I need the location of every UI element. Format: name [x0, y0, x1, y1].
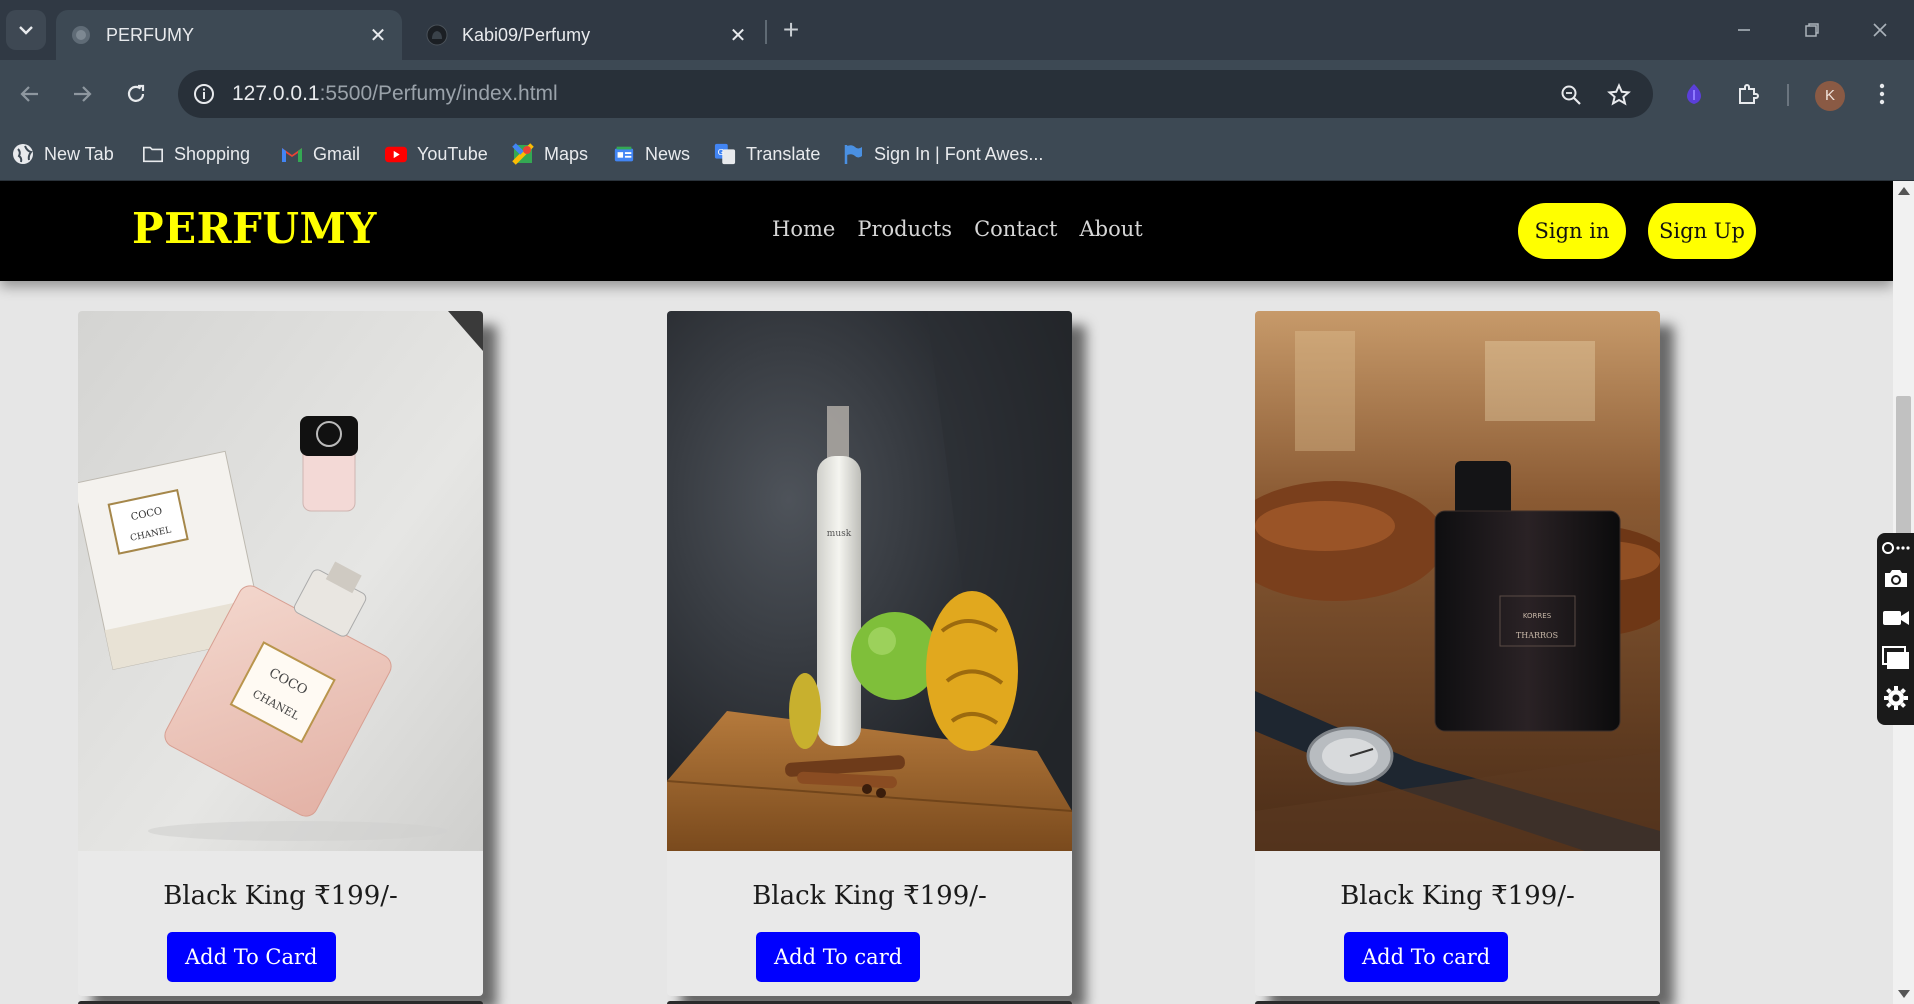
svg-text:G: G	[718, 147, 724, 157]
bookmark-label: Maps	[544, 143, 589, 164]
bookmark-label: Gmail	[313, 143, 361, 164]
github-favicon-icon	[426, 24, 448, 46]
gmail-icon	[281, 143, 303, 165]
bookmark-new-tab[interactable]: New Tab	[12, 138, 114, 170]
screen-capture-widget	[1877, 533, 1914, 725]
product-title: Black King ₹199/-	[752, 881, 987, 911]
new-tab-plus-icon[interactable]: +	[776, 16, 806, 46]
site-header: PERFUMY Home Products Contact About Sign…	[0, 181, 1893, 281]
url-path: :5500/Perfumy/index.html	[319, 82, 558, 105]
flag-icon	[842, 143, 864, 165]
more-menu-icon[interactable]	[1862, 74, 1902, 114]
translate-icon: G	[714, 143, 736, 165]
restore-icon[interactable]	[1792, 12, 1832, 48]
page-viewport: PERFUMY Home Products Contact About Sign…	[0, 181, 1893, 1004]
youtube-icon	[385, 143, 407, 165]
camera-icon[interactable]	[1881, 563, 1911, 593]
product-title: Black King ₹199/-	[163, 881, 398, 911]
browser-tab-github[interactable]: Kabi09/Perfumy ✕	[412, 10, 762, 60]
address-bar[interactable]: 127.0.0.1:5500/Perfumy/index.html	[178, 70, 1653, 118]
tab-separator	[765, 20, 767, 44]
bookmark-label: Translate	[746, 143, 821, 164]
bookmark-label: News	[645, 143, 691, 164]
nav-about[interactable]: About	[1079, 217, 1142, 241]
gear-icon[interactable]	[1881, 683, 1911, 713]
zoom-icon[interactable]	[1554, 78, 1588, 112]
toolbar-divider	[1787, 84, 1789, 106]
bookmark-font-awesome[interactable]: Sign In | Font Awes...	[842, 138, 1043, 170]
url-host: 127.0.0.1	[232, 82, 320, 105]
bookmark-label: Shopping	[174, 143, 251, 164]
profile-avatar[interactable]: K	[1815, 81, 1845, 111]
white-bottle-with-fruits-photo: musk	[667, 311, 1072, 851]
nav-home[interactable]: Home	[772, 217, 835, 241]
widget-menu-icon[interactable]	[1881, 537, 1911, 559]
product-card: KORRES THARROS Black King ₹199/- Add To …	[1255, 311, 1660, 996]
minimize-icon[interactable]	[1724, 12, 1764, 48]
globe-icon	[12, 143, 34, 165]
svg-text:KORRES: KORRES	[1523, 612, 1552, 620]
news-icon	[613, 143, 635, 165]
product-card: musk Black King ₹199/- Add To card	[667, 311, 1072, 996]
bookmark-star-icon[interactable]	[1602, 78, 1636, 112]
site-logo[interactable]: PERFUMY	[132, 204, 377, 253]
bookmarks-bar: New Tab Shopping Gmail YouTube Maps News…	[0, 128, 1914, 181]
browser-tab-strip: PERFUMY ✕ Kabi09/Perfumy ✕ +	[0, 0, 1914, 60]
close-tab-icon[interactable]: ✕	[364, 21, 392, 49]
site-info-icon[interactable]	[186, 76, 222, 112]
scroll-down-arrow-icon[interactable]	[1898, 990, 1910, 998]
scroll-up-arrow-icon[interactable]	[1898, 187, 1910, 195]
back-arrow-icon[interactable]	[10, 74, 50, 114]
extensions-puzzle-icon[interactable]	[1728, 74, 1768, 114]
url-text: 127.0.0.1:5500/Perfumy/index.html	[232, 82, 558, 106]
bookmark-news[interactable]: News	[613, 138, 690, 170]
close-tab-icon[interactable]: ✕	[724, 21, 752, 49]
bookmark-gmail[interactable]: Gmail	[281, 138, 360, 170]
sign-in-button[interactable]: Sign in	[1518, 203, 1626, 259]
tab-search-button[interactable]	[6, 10, 46, 50]
nav-products[interactable]: Products	[857, 217, 952, 241]
sign-up-button[interactable]: Sign Up	[1648, 203, 1756, 259]
tab-title: PERFUMY	[106, 24, 195, 45]
korres-tharros-bottle-with-watch-photo: KORRES THARROS	[1255, 311, 1660, 851]
extension-purple-icon[interactable]	[1674, 74, 1714, 114]
add-to-cart-button[interactable]: Add To card	[756, 932, 921, 982]
add-to-cart-button[interactable]: Add To card	[1344, 932, 1509, 982]
svg-text:THARROS: THARROS	[1516, 631, 1558, 640]
bookmark-label: YouTube	[417, 143, 488, 164]
folder-icon	[142, 143, 164, 165]
tab-title: Kabi09/Perfumy	[462, 24, 591, 45]
svg-text:musk: musk	[827, 529, 852, 539]
bookmark-maps[interactable]: Maps	[512, 138, 588, 170]
nav-contact[interactable]: Contact	[974, 217, 1057, 241]
browser-toolbar: 127.0.0.1:5500/Perfumy/index.html K	[0, 60, 1914, 128]
product-card: COCO CHANEL COCO CHANEL Black King ₹199/…	[78, 311, 483, 996]
bookmark-youtube[interactable]: YouTube	[385, 138, 488, 170]
product-title: Black King ₹199/-	[1340, 881, 1575, 911]
maps-icon	[512, 143, 534, 165]
close-window-icon[interactable]	[1860, 12, 1900, 48]
main-nav: Home Products Contact About	[772, 217, 1143, 241]
chevron-down-icon	[19, 26, 33, 35]
chanel-coco-perfume-photo: COCO CHANEL COCO CHANEL	[78, 311, 483, 851]
video-camera-icon[interactable]	[1881, 603, 1911, 633]
globe-favicon-icon	[70, 24, 92, 46]
reload-icon[interactable]	[116, 74, 156, 114]
forward-arrow-icon[interactable]	[62, 74, 102, 114]
bookmark-label: Sign In | Font Awes...	[874, 143, 1044, 164]
bookmark-translate[interactable]: G Translate	[714, 138, 820, 170]
bookmark-label: New Tab	[44, 143, 114, 164]
browser-tab-perfumy[interactable]: PERFUMY ✕	[56, 10, 402, 60]
bookmark-shopping[interactable]: Shopping	[142, 138, 250, 170]
add-to-cart-button[interactable]: Add To Card	[167, 932, 336, 982]
window-capture-icon[interactable]	[1881, 643, 1911, 673]
